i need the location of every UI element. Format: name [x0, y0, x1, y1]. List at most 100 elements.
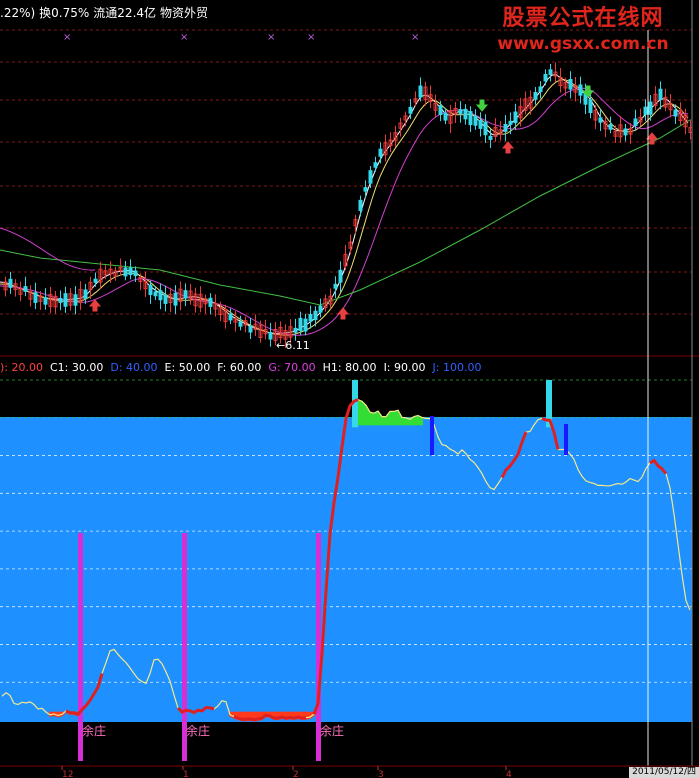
legend-item: G: 70.00	[268, 361, 316, 374]
axis-tick-label: 1	[183, 770, 189, 778]
candle-body	[378, 148, 383, 157]
stock-info-header: .22%) 换0.75% 流通22.4亿 物资外贸	[0, 4, 212, 21]
candle-body	[338, 269, 343, 283]
top-marker: ×	[180, 32, 188, 43]
candle-body	[673, 109, 678, 117]
candle-body	[133, 270, 138, 277]
candle-body	[408, 106, 413, 114]
blue-signal-bar	[564, 424, 568, 455]
candle-body	[173, 292, 178, 306]
candle-body	[503, 123, 508, 132]
candle-body	[148, 284, 153, 296]
price-moving-averages	[0, 74, 691, 336]
pct-change: .22%)	[0, 6, 36, 20]
candle-body	[268, 331, 273, 340]
top-marker: ×	[63, 32, 71, 43]
candle-body	[293, 327, 298, 333]
candle-body	[208, 297, 213, 307]
signal-label: 余庄	[320, 723, 344, 738]
candle-body	[23, 286, 28, 292]
candle-body	[568, 78, 573, 90]
chart-canvas: × × × × × ←6.11 余庄 余庄 余庄 12 1 2 3 4	[0, 0, 699, 778]
candle-body	[83, 289, 88, 300]
candle-body	[183, 290, 188, 299]
candle-body	[658, 88, 663, 101]
candle-body	[333, 283, 338, 289]
candle-body	[463, 108, 468, 120]
signal-label: 余庄	[186, 723, 210, 738]
axis-tick-label: 3	[378, 770, 384, 778]
watermark-url: www.gsxx.com.cn	[497, 34, 669, 54]
candle-body	[548, 69, 553, 75]
candle-body	[308, 313, 313, 322]
candle-body	[373, 162, 378, 168]
candle-body	[643, 106, 648, 115]
price-low-label: ←6.11	[276, 339, 310, 352]
legend-item: ): 20.00	[0, 361, 43, 374]
candle-body	[8, 278, 13, 288]
candle-body	[508, 120, 513, 125]
candle-body	[313, 310, 318, 321]
candle-body	[533, 92, 538, 100]
signal-label: 余庄	[82, 723, 106, 738]
legend-item: I: 90.00	[383, 361, 426, 374]
legend-item: J: 100.00	[432, 361, 482, 374]
candle-body	[608, 124, 613, 130]
candle-body	[158, 290, 163, 301]
candle-body	[73, 294, 78, 306]
buy-arrow	[501, 141, 515, 154]
buy-arrow	[336, 307, 350, 320]
candle-body	[538, 86, 543, 93]
legend-item: E: 50.00	[164, 361, 211, 374]
candle-body	[63, 293, 68, 307]
candle-body	[478, 119, 483, 129]
legend-item: F: 60.00	[217, 361, 262, 374]
blue-signal-bar	[430, 416, 434, 455]
candle-body	[363, 187, 368, 192]
candle-body	[358, 199, 363, 211]
candle-body	[458, 109, 463, 115]
watermark-title: 股票公式在线网	[502, 6, 664, 31]
watermark: 股票公式在线网 www.gsxx.com.cn	[473, 4, 693, 54]
candle-body	[418, 85, 423, 98]
date-axis: 12 1 2 3 4	[0, 765, 699, 778]
candle-body	[598, 117, 603, 123]
candle-body	[633, 118, 638, 127]
legend-item: C1: 30.00	[50, 361, 104, 374]
cursor-date: 2011/05/12/四	[629, 767, 699, 778]
candle-body	[513, 111, 518, 124]
top-marker: ×	[267, 32, 275, 43]
price-candles	[3, 62, 693, 349]
candle-body	[473, 115, 478, 126]
top-marker: ×	[411, 32, 419, 43]
candle-body	[128, 267, 133, 276]
candle-body	[303, 318, 308, 332]
candle-body	[623, 128, 628, 136]
indicator-blue-band	[0, 417, 692, 722]
candle-body	[228, 313, 233, 321]
price-markers: × × × × ×	[63, 32, 419, 43]
candle-body	[43, 297, 48, 305]
buy-arrow	[88, 299, 102, 312]
candle-body	[483, 121, 488, 136]
candle-body	[578, 84, 583, 96]
candle-body	[298, 317, 303, 332]
top-marker: ×	[307, 32, 315, 43]
legend-item: H1: 80.00	[322, 361, 377, 374]
sell-arrow	[475, 99, 489, 112]
candle-body	[488, 135, 493, 140]
axis-tick-label: 4	[506, 770, 512, 778]
legend-item: D: 40.00	[110, 361, 158, 374]
axis-tick-label: 2	[293, 770, 299, 778]
candle-body	[33, 292, 38, 303]
candle-body	[648, 101, 653, 115]
candle-body	[93, 278, 98, 283]
ma-short-line	[0, 74, 689, 335]
ma-long-line	[0, 87, 689, 336]
sector-name: 物资外贸	[160, 6, 209, 20]
candle-body	[163, 294, 168, 304]
candle-body	[318, 305, 323, 313]
candle-body	[468, 111, 473, 126]
candle-body	[248, 325, 253, 333]
candle-body	[238, 321, 243, 327]
